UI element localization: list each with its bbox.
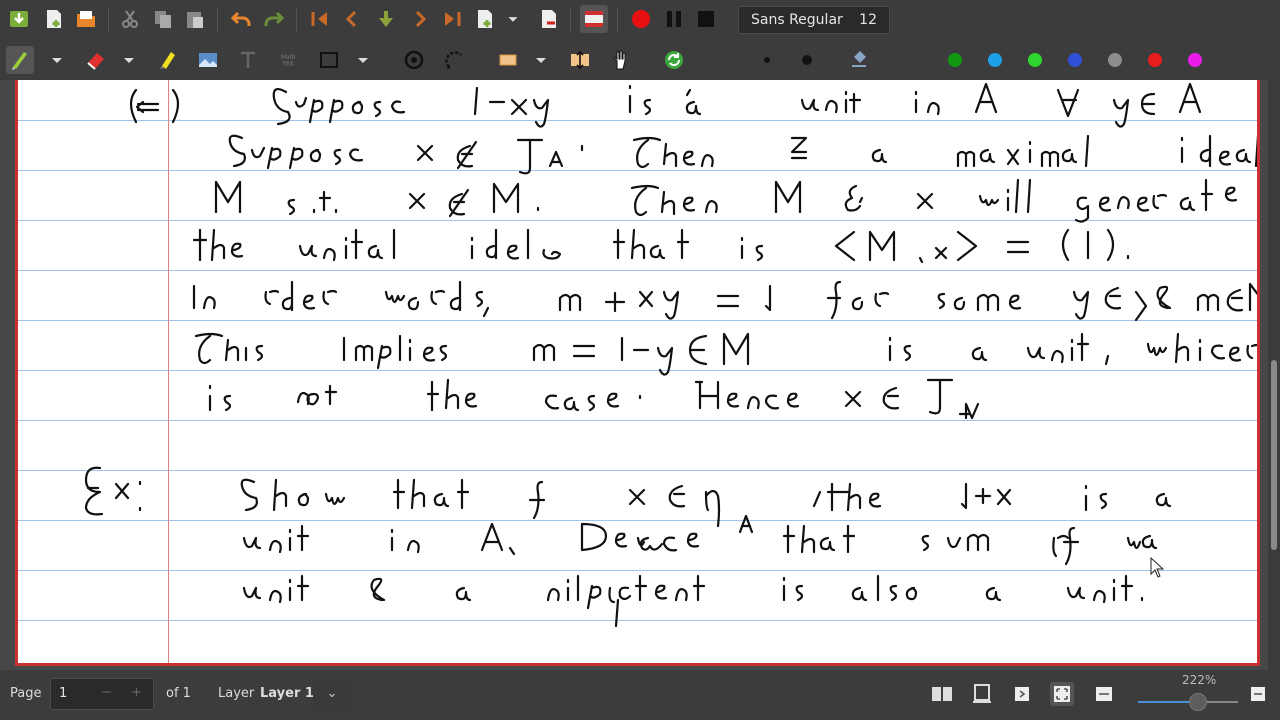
open-folder-icon[interactable] <box>72 5 100 33</box>
vertical-scrollbar[interactable] <box>1268 80 1280 670</box>
tools-toolbar: Math TEX <box>0 40 1280 114</box>
page-label: Page <box>10 686 42 701</box>
color-swatch <box>1108 53 1122 67</box>
snap-icon[interactable] <box>400 46 428 74</box>
scrollbar-thumb[interactable] <box>1271 360 1277 550</box>
new-document-icon[interactable] <box>40 5 68 33</box>
shape-dropdown-icon[interactable] <box>352 46 374 74</box>
canvas-area[interactable] <box>0 80 1280 670</box>
page-count-label: of 1 <box>166 686 191 701</box>
rectangle-select-icon[interactable] <box>494 46 522 74</box>
font-selector[interactable]: Sans Regular 12 <box>738 6 890 34</box>
color-swatch-button[interactable] <box>1061 46 1089 74</box>
previous-page-icon[interactable] <box>338 5 366 33</box>
last-page-icon[interactable] <box>438 5 466 33</box>
eraser-tool-icon[interactable] <box>82 46 110 74</box>
color-swatch-button[interactable] <box>1101 46 1129 74</box>
vertical-space-icon[interactable] <box>566 46 594 74</box>
redo-icon[interactable] <box>260 5 288 33</box>
color-swatch-button[interactable] <box>1021 46 1049 74</box>
book-view-icon[interactable] <box>930 682 954 706</box>
ink-line-6 <box>194 332 1257 376</box>
ink-ex <box>84 466 1172 534</box>
page-number-value: 1 <box>59 686 68 701</box>
ink-ex-3 <box>242 574 1144 628</box>
delete-page-icon[interactable] <box>535 5 563 33</box>
text-tool-icon[interactable] <box>234 46 262 74</box>
page-number-input[interactable]: 1 − + <box>50 678 154 710</box>
color-swatch <box>1028 53 1042 67</box>
refresh-icon[interactable] <box>660 46 688 74</box>
zoom-level: 222% <box>1182 673 1217 687</box>
ink-line-5 <box>192 280 1257 322</box>
pen-dropdown-icon[interactable] <box>46 46 68 74</box>
select-dropdown-icon[interactable] <box>530 46 552 74</box>
hand-tool-icon[interactable] <box>606 46 634 74</box>
svg-text:TEX: TEX <box>282 62 294 68</box>
notebook-page[interactable] <box>15 80 1260 666</box>
pen-size-thick-button[interactable] <box>793 46 821 74</box>
color-swatch <box>988 53 1002 67</box>
color-swatch-button[interactable] <box>1141 46 1169 74</box>
undo-icon[interactable] <box>227 5 255 33</box>
first-page-icon[interactable] <box>306 5 334 33</box>
color-swatch-button[interactable] <box>981 46 1009 74</box>
zoom-slider-thumb[interactable] <box>1189 693 1207 711</box>
zoom-reset-icon[interactable] <box>1246 682 1270 706</box>
status-bar: Page 1 − + of 1 Layer Layer 1 ⌄ 222% <box>0 670 1280 720</box>
paste-icon[interactable] <box>181 5 209 33</box>
highlighter-tool-icon[interactable] <box>154 46 182 74</box>
math-tex-icon[interactable]: Math TEX <box>272 46 304 74</box>
next-page-icon[interactable] <box>406 5 434 33</box>
font-name: Sans Regular <box>751 12 843 28</box>
cut-icon[interactable] <box>116 5 144 33</box>
ink-line-3 <box>214 178 1238 223</box>
save-icon[interactable] <box>5 5 33 33</box>
color-swatch <box>1188 53 1202 67</box>
layer-value[interactable]: Layer 1 <box>260 686 314 701</box>
fit-page-icon[interactable] <box>1050 682 1074 706</box>
layer-dropdown-button[interactable]: ⌄ <box>313 680 351 710</box>
pen-size-medium-button[interactable] <box>753 46 781 74</box>
ink-line-7 <box>208 378 980 420</box>
font-size: 12 <box>859 12 877 28</box>
new-page-dropdown-icon[interactable] <box>503 5 523 33</box>
main-toolbar: Sans Regular 12 <box>0 0 1280 40</box>
color-swatch <box>1148 53 1162 67</box>
layer-label: Layer <box>218 686 255 701</box>
ink-ex-2 <box>242 522 1158 566</box>
handwriting-layer <box>84 82 1257 628</box>
rotate-page-icon[interactable] <box>1010 682 1034 706</box>
stop-icon[interactable] <box>692 5 720 33</box>
page-decrement-button[interactable]: − <box>101 685 112 700</box>
ink-line-2 <box>228 134 1257 175</box>
presentation-view-icon[interactable] <box>970 682 994 706</box>
pause-icon[interactable] <box>660 5 688 33</box>
ink-line-4 <box>192 228 1130 264</box>
select-tool-icon[interactable] <box>440 46 468 74</box>
fullscreen-icon[interactable] <box>580 5 608 33</box>
page-increment-button[interactable]: + <box>131 685 142 700</box>
color-swatch-button[interactable] <box>941 46 969 74</box>
record-icon[interactable] <box>627 5 655 33</box>
svg-text:Math: Math <box>281 55 296 61</box>
new-page-icon[interactable] <box>471 5 499 33</box>
image-tool-icon[interactable] <box>194 46 222 74</box>
color-swatch <box>948 53 962 67</box>
goto-page-icon[interactable] <box>372 5 400 33</box>
eraser-dropdown-icon[interactable] <box>118 46 140 74</box>
fill-color-icon[interactable] <box>845 46 873 74</box>
shape-tool-icon[interactable] <box>315 46 343 74</box>
color-swatch-button[interactable] <box>1181 46 1209 74</box>
copy-icon[interactable] <box>149 5 177 33</box>
color-swatch <box>1068 53 1082 67</box>
pen-tool-icon[interactable] <box>6 46 34 74</box>
ink-line-1 <box>129 82 1202 128</box>
fit-width-icon[interactable] <box>1092 682 1116 706</box>
